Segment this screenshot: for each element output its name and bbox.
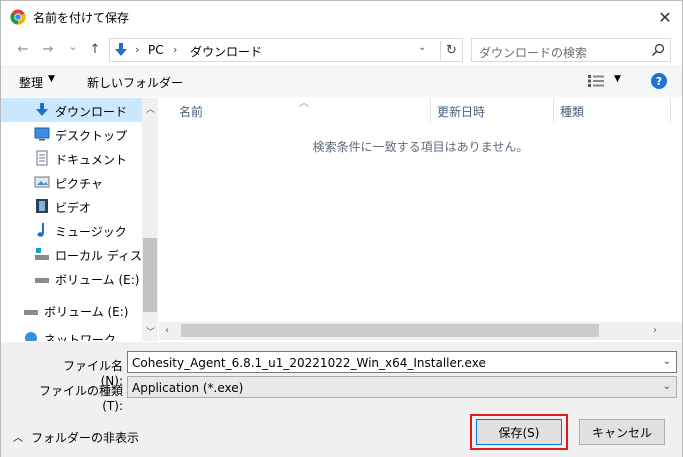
caret-down-icon[interactable]: ▼	[48, 74, 55, 84]
new-folder-button[interactable]: 新しいフォルダー	[87, 74, 183, 91]
filename-value: Cohesity_Agent_6.8.1_u1_20221022_Win_x64…	[132, 356, 486, 370]
save-as-dialog: 名前を付けて保存 ✕ ← → ⌄ ↑ › PC › ダウンロード ⌄ ↻ ダウン…	[0, 0, 683, 457]
scrollbar-thumb[interactable]	[143, 238, 157, 312]
caret-down-icon[interactable]: ▼	[614, 74, 621, 84]
filetype-label: ファイルの種類(T):	[38, 384, 123, 413]
download-icon	[36, 103, 48, 116]
breadcrumb-separator-icon: ›	[135, 43, 140, 56]
sidebar-item-label: ドキュメント	[55, 153, 128, 167]
sidebar-scrollbar[interactable]: ︿ ﹀	[142, 98, 158, 341]
scrollbar-corner	[666, 322, 682, 340]
download-folder-icon	[115, 43, 127, 56]
drive-icon	[24, 310, 38, 315]
arrow-right-icon: →	[42, 41, 54, 57]
file-list: ︿ 名前 更新日時 種類 検索条件に一致する項目はありません。 ‹ ›	[159, 98, 682, 341]
sidebar-item-label: ミュージック	[55, 225, 127, 239]
sidebar-item-music[interactable]: ミュージック	[1, 218, 142, 242]
sidebar-item-volume-e[interactable]: ボリューム (E:)	[1, 266, 142, 290]
scrollbar-thumb[interactable]	[181, 324, 599, 337]
pictures-icon	[34, 176, 50, 188]
address-bar[interactable]: › PC › ダウンロード ⌄ ↻	[109, 38, 463, 62]
scroll-up-icon[interactable]: ︿	[146, 102, 155, 115]
sidebar-item-local-disk[interactable]: ローカル ディスク (C	[1, 242, 158, 266]
title-bar: 名前を付けて保存 ✕	[1, 1, 682, 33]
filename-field[interactable]: Cohesity_Agent_6.8.1_u1_20221022_Win_x64…	[127, 351, 677, 373]
column-header-modified[interactable]: 更新日時	[431, 98, 553, 122]
sidebar-item-downloads[interactable]: ダウンロード	[1, 98, 142, 122]
cancel-button-label: キャンセル	[591, 425, 652, 440]
hide-folders-label: フォルダーの非表示	[31, 431, 140, 445]
search-input[interactable]: ダウンロードの検索	[471, 38, 671, 62]
sidebar-item-videos[interactable]: ビデオ	[1, 194, 142, 218]
navigation-pane: ダウンロード デスクトップ ドキュメント ピクチャ ビデオ ミュージック ローカ…	[1, 98, 158, 341]
breadcrumb-downloads[interactable]: ダウンロード	[190, 43, 262, 60]
sidebar-item-label: ボリューム (E:)	[44, 305, 129, 319]
sidebar-item-network[interactable]: ネットワーク	[1, 326, 142, 341]
dialog-title: 名前を付けて保存	[33, 11, 130, 25]
help-icon: ?	[655, 74, 663, 88]
sidebar-item-label: ダウンロード	[55, 105, 128, 119]
arrow-up-icon: ↑	[89, 41, 101, 57]
save-button[interactable]: 保存(S)	[476, 419, 562, 445]
sidebar-item-volume-e-root[interactable]: ボリューム (E:)	[1, 298, 142, 322]
scroll-right-icon[interactable]: ›	[653, 325, 657, 336]
chevron-up-icon: ︿	[13, 433, 23, 444]
column-divider[interactable]	[670, 98, 671, 122]
column-header-type[interactable]: 種類	[554, 98, 670, 122]
breadcrumb-pc[interactable]: PC	[148, 43, 164, 57]
documents-icon	[36, 150, 48, 166]
column-modified-label: 更新日時	[437, 105, 486, 119]
refresh-icon[interactable]: ↻	[440, 41, 462, 60]
desktop-icon	[34, 127, 50, 141]
local-disk-icon	[35, 248, 49, 260]
up-button[interactable]: ↑	[87, 41, 103, 57]
sidebar-item-label: ボリューム (E:)	[55, 273, 140, 287]
sidebar-item-label: デスクトップ	[55, 129, 128, 143]
empty-results-message: 検索条件に一致する項目はありません。	[312, 140, 529, 154]
sidebar-item-pictures[interactable]: ピクチャ	[1, 170, 142, 194]
column-header-name[interactable]: 名前	[159, 98, 430, 122]
sidebar-item-label: ビデオ	[55, 201, 92, 215]
sidebar-item-label: ピクチャ	[55, 177, 103, 191]
forward-button[interactable]: →	[40, 41, 56, 57]
column-type-label: 種類	[560, 105, 585, 119]
organize-button[interactable]: 整理	[19, 74, 43, 91]
navigation-bar: ← → ⌄ ↑ › PC › ダウンロード ⌄ ↻ ダウンロードの検索	[1, 33, 682, 65]
command-bar: 整理 ▼ 新しいフォルダー ▼ ?	[1, 65, 682, 97]
videos-icon	[36, 199, 48, 213]
scroll-left-icon[interactable]: ‹	[165, 325, 169, 336]
arrow-left-icon: ←	[17, 41, 29, 57]
close-button[interactable]: ✕	[647, 1, 683, 33]
breadcrumb-separator-icon: ›	[173, 43, 178, 56]
search-placeholder: ダウンロードの検索	[479, 46, 588, 60]
back-button[interactable]: ←	[15, 41, 31, 57]
column-name-label: 名前	[179, 105, 204, 119]
chrome-icon	[10, 9, 26, 25]
cancel-button[interactable]: キャンセル	[579, 419, 665, 445]
search-icon	[652, 43, 665, 56]
recent-locations-button[interactable]: ⌄	[65, 38, 81, 54]
close-icon: ✕	[658, 7, 672, 27]
filetype-select[interactable]: Application (*.exe) ⌄	[127, 376, 677, 398]
view-options-icon[interactable]	[588, 74, 604, 88]
drive-icon	[35, 278, 49, 283]
horizontal-scrollbar[interactable]: ‹ ›	[159, 322, 666, 340]
sidebar-item-desktop[interactable]: デスクトップ	[1, 122, 142, 146]
chevron-down-icon[interactable]: ⌄	[663, 356, 671, 367]
chevron-down-icon[interactable]: ⌄	[663, 381, 671, 392]
save-options-panel: ファイル名(N): Cohesity_Agent_6.8.1_u1_202210…	[1, 342, 682, 457]
help-button[interactable]: ?	[651, 73, 667, 89]
filetype-value: Application (*.exe)	[132, 381, 244, 395]
chevron-down-icon[interactable]: ⌄	[418, 42, 426, 53]
chevron-down-icon: ⌄	[68, 39, 78, 53]
scroll-down-icon[interactable]: ﹀	[146, 325, 155, 338]
music-icon	[37, 223, 44, 237]
sidebar-item-documents[interactable]: ドキュメント	[1, 146, 142, 170]
sidebar-item-label: ネットワーク	[44, 333, 117, 341]
network-icon	[25, 332, 37, 341]
save-button-label: 保存(S)	[498, 425, 540, 440]
